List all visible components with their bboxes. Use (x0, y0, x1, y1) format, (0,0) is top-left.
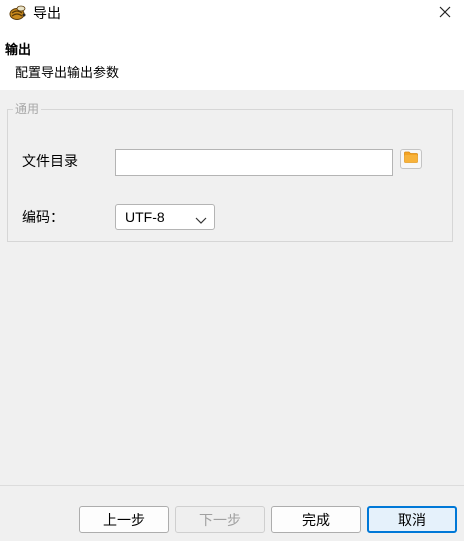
header-panel: 输出 配置导出输出参数 (0, 28, 464, 90)
group-legend: 通用 (13, 101, 42, 117)
page-description: 配置导出输出参数 (15, 65, 120, 80)
encoding-label: 编码： (22, 209, 64, 225)
browse-folder-button[interactable] (400, 149, 422, 169)
window-title: 导出 (33, 5, 61, 21)
footer-divider (0, 485, 464, 486)
encoding-select[interactable]: UTF-8 (115, 204, 215, 230)
title-bar: 导出 (0, 0, 464, 28)
previous-button[interactable]: 上一步 (79, 506, 169, 533)
cancel-button[interactable]: 取消 (367, 506, 457, 533)
encoding-selected-value: UTF-8 (125, 209, 165, 225)
directory-input[interactable] (115, 149, 393, 176)
finish-button[interactable]: 完成 (271, 506, 361, 533)
close-icon (439, 5, 451, 23)
directory-label: 文件目录 (22, 153, 78, 169)
folder-icon (404, 150, 418, 168)
app-logo-icon (9, 5, 27, 21)
page-title: 输出 (5, 42, 32, 57)
close-button[interactable] (426, 0, 464, 28)
chevron-down-icon (195, 212, 207, 224)
next-button[interactable]: 下一步 (175, 506, 265, 533)
